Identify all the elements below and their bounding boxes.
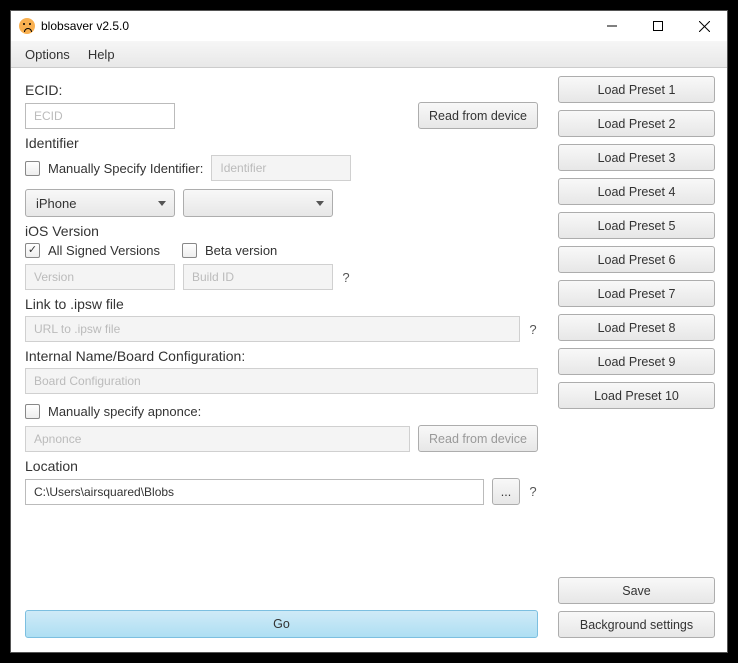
ecid-input[interactable] (25, 103, 175, 129)
preset-button-8[interactable]: Load Preset 8 (558, 314, 715, 341)
board-input (25, 368, 538, 394)
background-settings-button[interactable]: Background settings (558, 611, 715, 638)
buildid-input (183, 264, 333, 290)
menu-options[interactable]: Options (25, 47, 70, 62)
app-window: blobsaver v2.5.0 Options Help ECID: Read… (10, 10, 728, 653)
manual-identifier-label: Manually Specify Identifier: (48, 161, 203, 176)
chevron-down-icon (316, 201, 324, 206)
identifier-input (211, 155, 351, 181)
preset-panel: Load Preset 1 Load Preset 2 Load Preset … (552, 68, 727, 652)
go-button[interactable]: Go (25, 610, 538, 638)
preset-button-9[interactable]: Load Preset 9 (558, 348, 715, 375)
ipsw-url-input (25, 316, 520, 342)
chevron-down-icon (158, 201, 166, 206)
preset-button-1[interactable]: Load Preset 1 (558, 76, 715, 103)
all-signed-checkbox[interactable] (25, 243, 40, 258)
ecid-read-button[interactable]: Read from device (418, 102, 538, 129)
apnonce-input (25, 426, 410, 452)
save-button[interactable]: Save (558, 577, 715, 604)
all-signed-label: All Signed Versions (48, 243, 160, 258)
manual-apnonce-label: Manually specify apnonce: (48, 404, 201, 419)
window-controls (589, 11, 727, 41)
version-help-icon[interactable]: ? (341, 270, 351, 285)
titlebar: blobsaver v2.5.0 (11, 11, 727, 41)
identifier-label: Identifier (25, 135, 538, 151)
device-type-value: iPhone (36, 196, 76, 211)
location-help-icon[interactable]: ? (528, 484, 538, 499)
preset-button-6[interactable]: Load Preset 6 (558, 246, 715, 273)
preset-button-3[interactable]: Load Preset 3 (558, 144, 715, 171)
browse-button[interactable]: ... (492, 478, 520, 505)
ipsw-label: Link to .ipsw file (25, 296, 538, 312)
minimize-button[interactable] (589, 11, 635, 41)
app-icon (19, 18, 35, 34)
location-label: Location (25, 458, 538, 474)
preset-button-2[interactable]: Load Preset 2 (558, 110, 715, 137)
preset-button-4[interactable]: Load Preset 4 (558, 178, 715, 205)
menubar: Options Help (11, 41, 727, 68)
board-label: Internal Name/Board Configuration: (25, 348, 538, 364)
preset-button-10[interactable]: Load Preset 10 (558, 382, 715, 409)
ecid-label: ECID: (25, 82, 538, 98)
ios-version-label: iOS Version (25, 223, 538, 239)
apnonce-read-button: Read from device (418, 425, 538, 452)
menu-help[interactable]: Help (88, 47, 115, 62)
location-input[interactable] (25, 479, 484, 505)
preset-button-7[interactable]: Load Preset 7 (558, 280, 715, 307)
maximize-button[interactable] (635, 11, 681, 41)
window-title: blobsaver v2.5.0 (41, 19, 589, 33)
preset-button-5[interactable]: Load Preset 5 (558, 212, 715, 239)
device-type-select[interactable]: iPhone (25, 189, 175, 217)
content-area: ECID: Read from device Identifier Manual… (11, 68, 727, 652)
main-panel: ECID: Read from device Identifier Manual… (11, 68, 552, 652)
version-input (25, 264, 175, 290)
device-model-select[interactable] (183, 189, 333, 217)
close-button[interactable] (681, 11, 727, 41)
manual-apnonce-checkbox[interactable] (25, 404, 40, 419)
beta-label: Beta version (205, 243, 277, 258)
manual-identifier-checkbox[interactable] (25, 161, 40, 176)
beta-checkbox[interactable] (182, 243, 197, 258)
ipsw-help-icon[interactable]: ? (528, 322, 538, 337)
